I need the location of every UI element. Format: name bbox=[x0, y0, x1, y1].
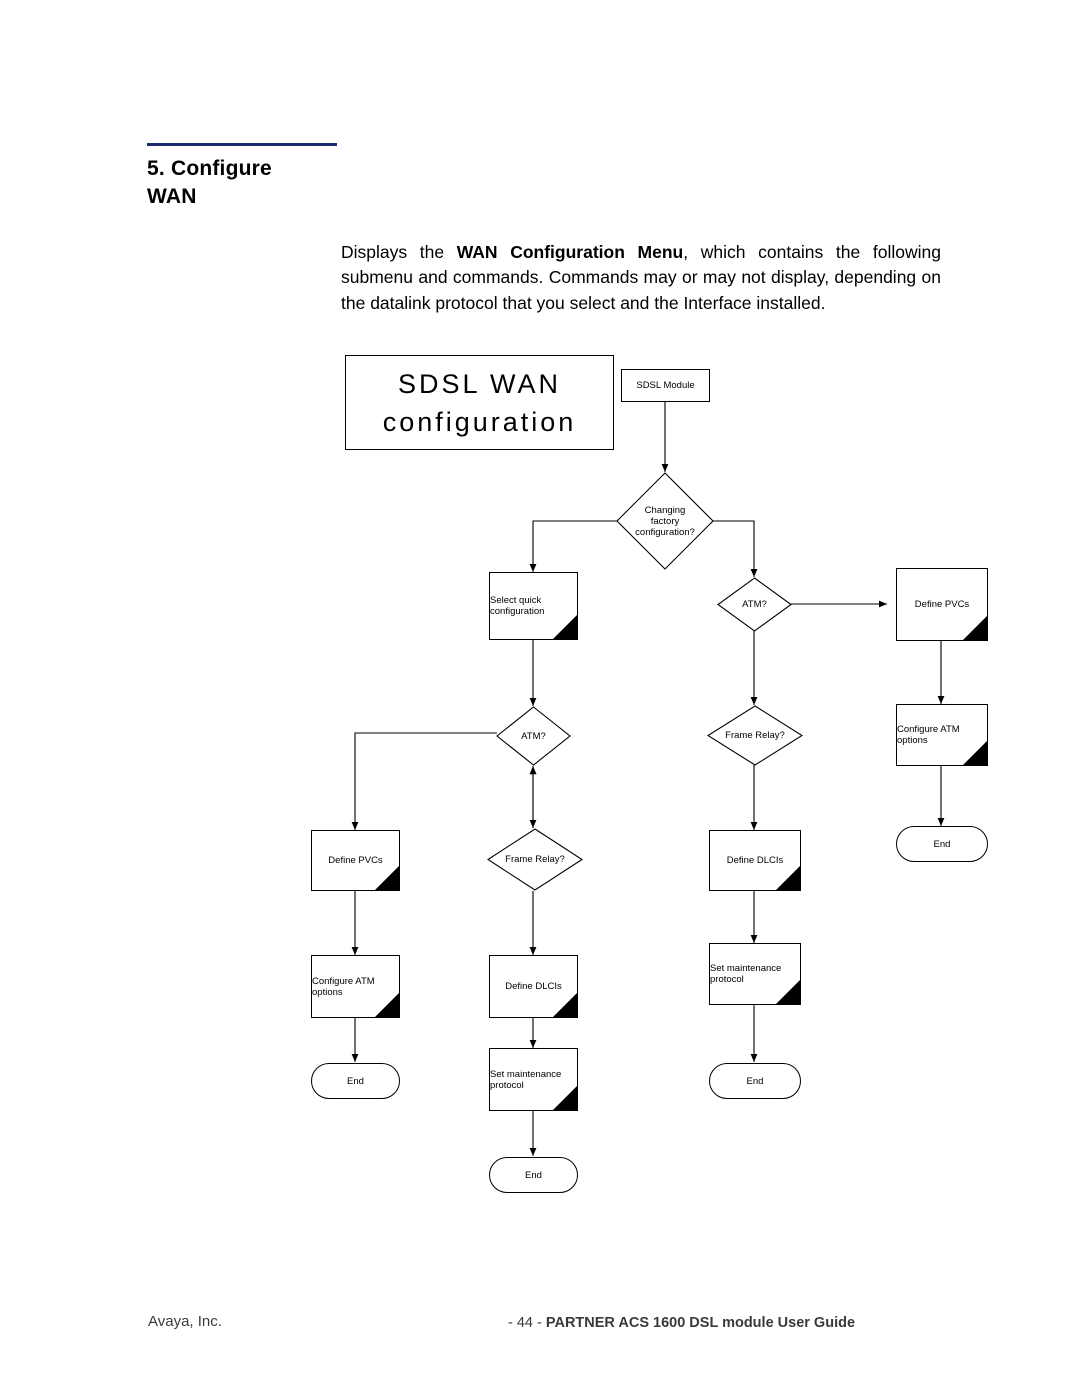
node-end-right-bottom: End bbox=[709, 1063, 801, 1099]
corner-marker bbox=[963, 741, 987, 765]
flowchart-title-line1: SDSL WAN bbox=[397, 368, 562, 399]
corner-marker bbox=[776, 866, 800, 890]
flowchart-title-box: SDSL WAN configuration bbox=[345, 355, 614, 450]
node-select-quick-configuration: Select quick configuration bbox=[489, 572, 578, 640]
footer-page-number: - 44 - bbox=[508, 1315, 542, 1331]
corner-marker bbox=[375, 866, 399, 890]
node-label: Changing factory configuration? bbox=[635, 504, 695, 538]
node-define-pvcs-left: Define PVCs bbox=[311, 830, 400, 891]
node-label: End bbox=[347, 1075, 364, 1087]
node-label: End bbox=[746, 1075, 764, 1087]
node-label: End bbox=[525, 1169, 542, 1181]
node-define-dlcis-right: Define DLCIs bbox=[709, 830, 801, 891]
node-set-maintenance-protocol-right: Set maintenance protocol bbox=[709, 943, 801, 1005]
corner-marker bbox=[963, 616, 987, 640]
node-label: Frame Relay? bbox=[725, 730, 785, 741]
corner-marker bbox=[553, 993, 577, 1017]
node-label: Define DLCIs bbox=[505, 981, 562, 992]
corner-marker bbox=[553, 1086, 577, 1110]
corner-marker bbox=[776, 980, 800, 1004]
node-label: Set maintenance protocol bbox=[490, 1068, 562, 1091]
node-label: Define PVCs bbox=[328, 855, 383, 866]
node-configure-atm-options-left: Configure ATM options bbox=[311, 955, 400, 1018]
node-configure-atm-options-right: Configure ATM options bbox=[896, 704, 988, 766]
page-title-line1: 5. Configure bbox=[147, 157, 272, 180]
heading-rule bbox=[147, 143, 337, 146]
footer-guide-title: PARTNER ACS 1600 DSL module User Guide bbox=[545, 1315, 856, 1331]
node-changing-factory-config: Changing factory configuration? bbox=[616, 472, 714, 570]
node-label: End bbox=[933, 838, 951, 850]
paragraph-bold-term: WAN Configuration Menu bbox=[456, 241, 684, 262]
node-label: Frame Relay? bbox=[505, 854, 565, 865]
node-label: Configure ATM options bbox=[897, 724, 960, 746]
node-frame-relay-left: Frame Relay? bbox=[487, 828, 583, 891]
node-label: ATM? bbox=[521, 730, 546, 742]
node-label: ATM? bbox=[742, 599, 767, 610]
node-frame-relay-right: Frame Relay? bbox=[707, 705, 803, 766]
node-define-pvcs-right: Define PVCs bbox=[896, 568, 988, 641]
document-page: 5. Configure WAN Displays the WAN Config… bbox=[0, 0, 1080, 1397]
corner-marker bbox=[375, 993, 399, 1017]
node-label: SDSL Module bbox=[636, 380, 695, 391]
node-atm-right: ATM? bbox=[717, 577, 792, 632]
footer-right-text: - 44 - PARTNER ACS 1600 DSL module User … bbox=[508, 1315, 855, 1331]
node-end-left: End bbox=[311, 1063, 400, 1099]
node-label: Configure ATM options bbox=[312, 975, 375, 998]
node-end-right-top: End bbox=[896, 826, 988, 862]
footer-left-text: Avaya, Inc. bbox=[148, 1313, 222, 1330]
node-label: Define DLCIs bbox=[726, 855, 784, 866]
node-label: Select quick configuration bbox=[490, 595, 545, 617]
node-set-maintenance-protocol-left: Set maintenance protocol bbox=[489, 1048, 578, 1111]
node-define-dlcis-left: Define DLCIs bbox=[489, 955, 578, 1018]
node-label: Set maintenance protocol bbox=[710, 963, 782, 985]
node-atm-left: ATM? bbox=[496, 706, 571, 766]
corner-marker bbox=[553, 615, 577, 639]
flowchart-title-line2: configuration bbox=[382, 406, 577, 437]
page-title-line2: WAN bbox=[147, 185, 197, 208]
node-sdsl-module: SDSL Module bbox=[621, 369, 710, 402]
paragraph-before-bold: Displays the bbox=[341, 241, 457, 262]
body-paragraph: Displays the WAN Configuration Menu, whi… bbox=[341, 240, 941, 317]
node-label: Define PVCs bbox=[914, 599, 970, 610]
node-end-center-bottom: End bbox=[489, 1157, 578, 1193]
page-title: 5. Configure WAN bbox=[147, 155, 357, 211]
